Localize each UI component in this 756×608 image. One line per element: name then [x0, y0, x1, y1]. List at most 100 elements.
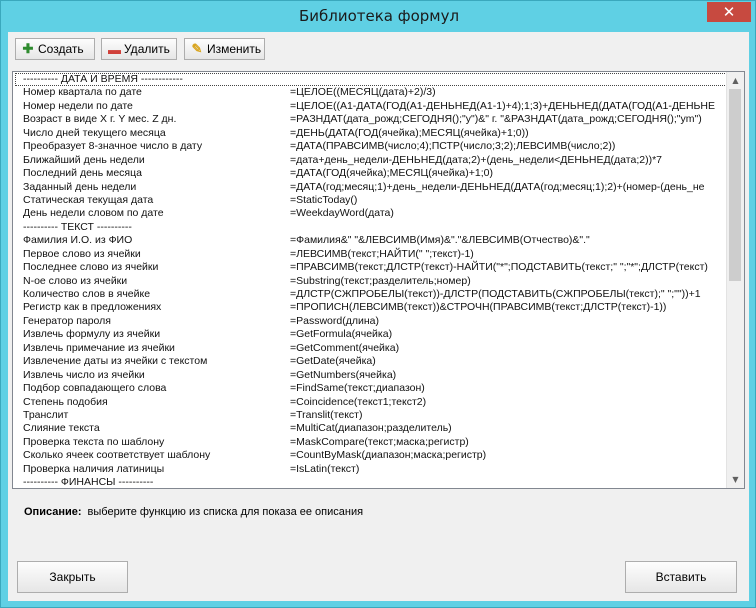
list-item-name: Число дней текущего месяца: [23, 126, 166, 139]
description-label: Описание:: [24, 506, 82, 518]
list-item-name: ---------- ДАТА И ВРЕМЯ ------------: [23, 73, 183, 85]
list-item[interactable]: Подбор совпадающего слова =FindSame(текст…: [15, 382, 727, 395]
window-close-button[interactable]: ✕: [707, 2, 751, 22]
description-text: выберите функцию из списка для показа ее…: [87, 506, 364, 518]
list-item-name: Возраст в виде X г. Y мес. Z дн.: [23, 113, 177, 126]
list-item[interactable]: Первое слово из ячейки =ЛЕВСИМВ(текст;НАЙ…: [15, 248, 727, 261]
minus-icon: ▬: [108, 41, 121, 57]
list-item-formula: =StaticToday(): [290, 193, 358, 206]
list-item-formula: =ЦЕЛОЕ((МЕСЯЦ(дата)+2)/3): [290, 86, 436, 99]
list-item[interactable]: Номер недели по дате =ЦЕЛОЕ((A1-ДАТА(ГОД(…: [15, 100, 727, 113]
list-item-formula: =ДЛСТР(СЖПРОБЕЛЫ(текст))-ДЛСТР(ПОДСТАВИТ…: [290, 288, 701, 300]
list-item-formula: =Substring(текст;разделитель;номер): [290, 274, 471, 287]
list-item-name: N-ое слово из ячейки: [23, 274, 128, 287]
list-item-name: Ближайший день недели: [23, 153, 145, 166]
list-item[interactable]: Сколько ячеек соответствует шаблону =Coun…: [15, 449, 727, 462]
list-item-name: Извлечение даты из ячейки с текстом: [23, 355, 208, 368]
list-item-name: Последнее слово из ячейки: [23, 261, 159, 274]
scrollbar-thumb[interactable]: [729, 89, 741, 281]
list-item-formula: =GetNumbers(ячейка): [290, 368, 397, 381]
delete-button[interactable]: ▬ Удалить: [101, 38, 177, 60]
close-button[interactable]: Закрыть: [17, 561, 128, 593]
list-item-name: Количество слов в ячейке: [23, 288, 151, 300]
list-item-formula: =ЛЕВСИМВ(текст;НАЙТИ(" ";текст)-1): [290, 247, 474, 260]
list-item-formula: =ДАТА(ПРАВСИМВ(число;4);ПСТР(число;3;2);…: [290, 140, 616, 153]
list-item-formula: =MultiCat(диапазон;разделитель): [290, 422, 452, 435]
list-item-formula: =ДЕНЬ(ДАТА(ГОД(ячейка);МЕСЯЦ(ячейка)+1;0…: [290, 126, 529, 139]
list-item-formula: =Translit(текст): [290, 408, 363, 421]
list-item-formula: =дата+день_недели-ДЕНЬНЕД(дата;2)+(день_…: [290, 153, 662, 166]
delete-button-label: Удалить: [124, 42, 170, 56]
list-item-name: Фамилия И.О. из ФИО: [23, 234, 133, 247]
list-item[interactable]: Степень подобия =Coincidence(текст1;текст…: [15, 396, 727, 409]
list-item-name: Статическая текущая дата: [23, 193, 154, 206]
list-item[interactable]: Извлечь примечание из ячейки =GetComment(…: [15, 342, 727, 355]
list-item[interactable]: Извлечь число из ячейки =GetNumbers(ячейк…: [15, 369, 727, 382]
list-item-formula: =MaskCompare(текст;маска;регистр): [290, 435, 469, 448]
list-item[interactable]: День недели словом по дате =WeekdayWord(д…: [15, 207, 727, 220]
list-item-formula: =РАЗНДАТ(дата_рожд;СЕГОДНЯ();"y")&" г. "…: [290, 113, 702, 126]
list-item-name: ---------- ФИНАНСЫ ----------: [23, 476, 154, 487]
pencil-icon: ✎: [191, 41, 203, 56]
list-item-name: Проверка наличия латиницы: [23, 462, 165, 475]
description-area: Описание: выберите функцию из списка для …: [24, 506, 363, 518]
list-item-formula: =ДАТА(год;месяц;1)+день_недели-ДЕНЬНЕД(Д…: [290, 180, 705, 193]
list-item-name: Первое слово из ячейки: [23, 247, 141, 260]
list-item-formula: =ЦЕЛОЕ((A1-ДАТА(ГОД(A1-ДЕНЬНЕД(A1-1)+4);…: [290, 99, 715, 112]
title-bar[interactable]: Библиотека формул ✕: [1, 1, 756, 33]
list-item-name: Регистр как в предложениях: [23, 301, 162, 314]
edit-button[interactable]: ✎ Изменить: [184, 38, 265, 60]
list-item-name: Подбор совпадающего слова: [23, 382, 167, 395]
list-item[interactable]: Возраст в виде X г. Y мес. Z дн. =РАЗНДАТ…: [15, 113, 727, 126]
list-item-formula: =GetFormula(ячейка): [290, 328, 393, 341]
list-item-name: Последний день месяца: [23, 167, 142, 180]
list-item-name: Степень подобия: [23, 395, 108, 408]
list-item[interactable]: ---------- ДАТА И ВРЕМЯ ------------: [15, 73, 727, 87]
list-item[interactable]: Преобразует 8-значное число в дату =ДАТА(…: [15, 140, 727, 153]
list-item-formula: =IsLatin(текст): [290, 462, 360, 475]
list-item[interactable]: Последнее слово из ячейки =ПРАВСИМВ(текст…: [15, 261, 727, 274]
list-item[interactable]: Фамилия И.О. из ФИО =Фамилия&" "&ЛЕВСИМВ(…: [15, 234, 727, 247]
list-item-name: Заданный день недели: [23, 180, 137, 193]
list-item[interactable]: ---------- ФИНАНСЫ ----------: [15, 476, 727, 487]
list-item[interactable]: Извлечь формулу из ячейки =GetFormula(яче…: [15, 328, 727, 341]
list-item-formula: =ДАТА(ГОД(ячейка);МЕСЯЦ(ячейка)+1;0): [290, 167, 493, 180]
list-item[interactable]: Количество слов в ячейке =ДЛСТР(СЖПРОБЕЛЫ…: [15, 288, 727, 301]
vertical-scrollbar[interactable]: ▲ ▼: [726, 72, 744, 488]
list-item-name: Проверка текста по шаблону: [23, 435, 165, 448]
list-item-name: Преобразует 8-значное число в дату: [23, 140, 203, 153]
list-item[interactable]: Транслит =Translit(текст): [15, 409, 727, 422]
list-item-formula: =GetDate(ячейка): [290, 355, 376, 368]
list-item[interactable]: Статическая текущая дата =StaticToday(): [15, 194, 727, 207]
list-item[interactable]: Проверка наличия латиницы =IsLatin(текст): [15, 463, 727, 476]
list-item-formula: =WeekdayWord(дата): [290, 207, 394, 220]
scroll-up-icon[interactable]: ▲: [727, 72, 744, 89]
list-item-formula: =ПРАВСИМВ(текст;ДЛСТР(текст)-НАЙТИ("*";П…: [290, 261, 708, 274]
create-button[interactable]: ✚ Создать: [15, 38, 95, 60]
list-item[interactable]: Регистр как в предложениях =ПРОПИСН(ЛЕВСИ…: [15, 301, 727, 314]
list-item[interactable]: Последний день месяца =ДАТА(ГОД(ячейка);М…: [15, 167, 727, 180]
list-item[interactable]: Ближайший день недели =дата+день_недели-Д…: [15, 154, 727, 167]
insert-button[interactable]: Вставить: [625, 561, 737, 593]
list-item[interactable]: Генератор пароля =Password(длина): [15, 315, 727, 328]
formula-list[interactable]: ---------- ДАТА И ВРЕМЯ ------------ Номе…: [12, 71, 745, 489]
list-item-name: Извлечь формулу из ячейки: [23, 328, 161, 341]
list-item-name: Извлечь число из ячейки: [23, 368, 145, 381]
edit-button-label: Изменить: [207, 42, 262, 56]
list-item[interactable]: Номер квартала по дате =ЦЕЛОЕ((МЕСЯЦ(дата…: [15, 86, 727, 99]
list-item[interactable]: Число дней текущего месяца =ДЕНЬ(ДАТА(ГОД…: [15, 127, 727, 140]
list-item[interactable]: Заданный день недели =ДАТА(год;месяц;1)+д…: [15, 181, 727, 194]
list-item-formula: =ПРОПИСН(ЛЕВСИМВ(текст))&СТРОЧН(ПРАВСИМВ…: [290, 301, 667, 314]
list-item[interactable]: Слияние текста =MultiCat(диапазон;раздели…: [15, 422, 727, 435]
list-item[interactable]: Извлечение даты из ячейки с текстом =GetD…: [15, 355, 727, 368]
list-item[interactable]: N-ое слово из ячейки =Substring(текст;раз…: [15, 275, 727, 288]
list-item-formula: =CountByMask(диапазон;маска;регистр): [290, 449, 487, 462]
list-item-formula: =FindSame(текст;диапазон): [290, 382, 425, 395]
list-item[interactable]: ---------- ТЕКСТ ----------: [15, 221, 727, 234]
list-item-formula: =Coincidence(текст1;текст2): [290, 395, 427, 408]
list-item-formula: =Password(длина): [290, 314, 379, 327]
scroll-down-icon[interactable]: ▼: [727, 471, 744, 488]
list-item[interactable]: Проверка текста по шаблону =MaskCompare(т…: [15, 436, 727, 449]
list-item-name: Номер недели по дате: [23, 99, 133, 112]
list-item-name: Номер квартала по дате: [23, 86, 142, 99]
